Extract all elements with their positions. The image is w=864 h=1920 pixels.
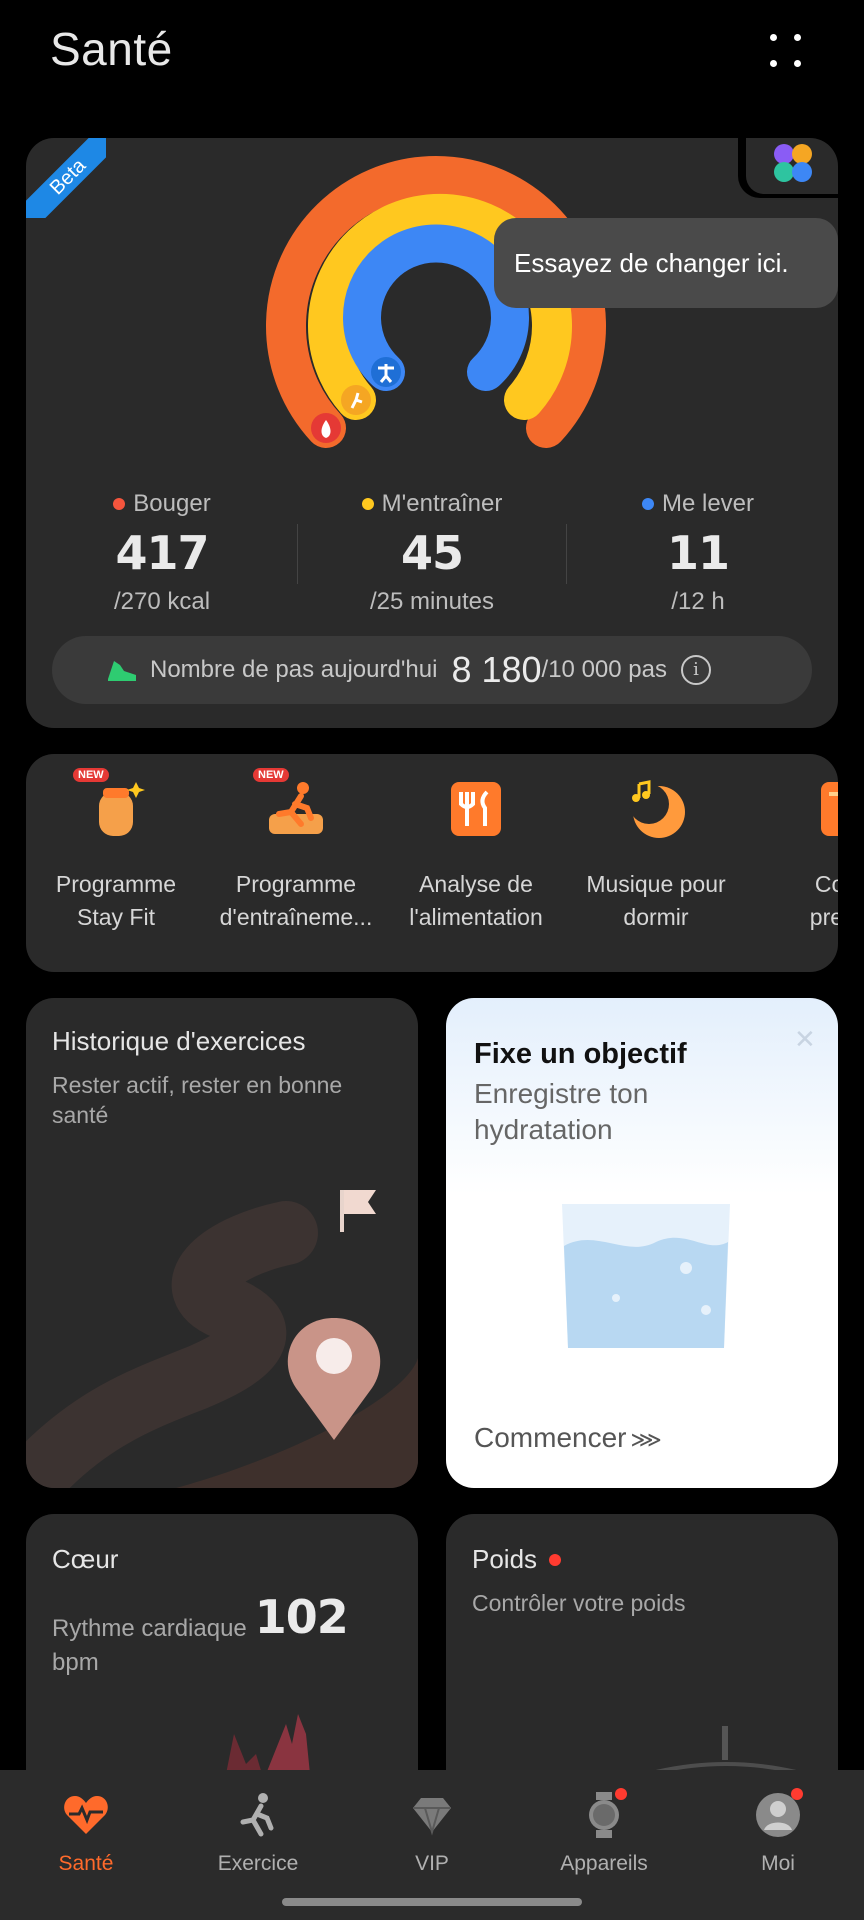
shoe-icon	[108, 661, 136, 681]
nav-vip[interactable]: VIP	[352, 1790, 512, 1876]
more-options-icon[interactable]	[762, 28, 814, 74]
new-badge: NEW	[73, 768, 109, 782]
shortcut-label: dormir	[623, 904, 689, 930]
hydration-goal-card[interactable]: Fixe un objectif Enregistre ton hydratat…	[446, 998, 838, 1488]
nav-label: Moi	[761, 1852, 795, 1875]
nav-label: Exercice	[217, 1852, 299, 1875]
exercise-history-subtitle: Rester actif, rester en bonne santé	[52, 1072, 343, 1128]
shortcut-training-program[interactable]: NEW Programme d'entraîneme...	[206, 768, 386, 934]
stand-ring	[343, 224, 529, 391]
nav-label: Santé	[58, 1852, 114, 1875]
heart-rate-sparkline	[226, 1714, 310, 1774]
shortcut-label: prem	[809, 904, 838, 930]
stand-stat[interactable]: Me lever 11 /12 h	[588, 490, 808, 616]
water-glass-icon	[562, 1204, 730, 1348]
nav-label: Appareils	[560, 1852, 648, 1875]
exercise-value: 45	[400, 526, 464, 580]
exercise-dot-icon	[361, 498, 374, 510]
beta-badge: Beta	[26, 138, 106, 218]
heart-pulse-icon	[61, 1790, 111, 1840]
weight-card[interactable]: Poids Contrôler votre poids	[446, 1514, 838, 1814]
heart-title: Cœur	[52, 1544, 119, 1574]
move-goal: /270 kcal	[113, 588, 211, 615]
move-stat[interactable]: Bouger 417 /270 kcal	[52, 490, 272, 616]
close-icon[interactable]: ✕	[794, 1024, 816, 1055]
exercise-label: M'entraîner	[381, 490, 503, 517]
shortcut-label: d'entraîneme...	[219, 904, 373, 930]
nav-label: VIP	[415, 1852, 449, 1875]
flag-icon	[340, 1190, 344, 1232]
heart-card[interactable]: Cœur Rythme cardiaque 102 bpm	[26, 1514, 418, 1814]
shortcut-label: Programme	[55, 871, 177, 897]
moon-music-icon	[621, 774, 691, 844]
shortcut-label: l'alimentation	[409, 904, 543, 930]
info-icon[interactable]: i	[680, 655, 711, 685]
training-program-icon: NEW	[253, 768, 331, 844]
heart-rate-label: Rythme cardiaque	[52, 1615, 247, 1642]
shortcut-partial[interactable]: Cou prem	[746, 774, 838, 934]
move-value: 417	[115, 526, 209, 580]
exercise-history-title: Historique d'exercices	[52, 1026, 306, 1056]
shortcut-label: Cou	[814, 871, 838, 897]
course-icon	[801, 774, 838, 844]
exercise-history-card[interactable]: Historique d'exercices Rester actif, res…	[26, 998, 418, 1488]
nav-me[interactable]: Moi	[698, 1788, 858, 1876]
nav-health[interactable]: Santé	[6, 1790, 166, 1876]
steps-value: 8 180	[451, 649, 542, 690]
app-grid-icon	[774, 144, 812, 182]
shortcut-label: Analyse de	[419, 871, 533, 897]
stat-divider	[297, 524, 298, 584]
goal-title: Fixe un objectif	[474, 1038, 687, 1070]
new-badge: NEW	[253, 768, 289, 782]
heart-rate-value: 102	[254, 1590, 349, 1644]
nav-devices[interactable]: Appareils	[524, 1788, 684, 1876]
stand-goal: /12 h	[671, 588, 725, 615]
nav-exercise[interactable]: Exercice	[178, 1790, 338, 1876]
widget-tooltip: Essayez de changer ici.	[494, 218, 838, 308]
weight-title: Poids	[472, 1544, 538, 1574]
stat-divider	[566, 524, 567, 584]
goal-subtitle: Enregistre ton hydratation	[474, 1078, 649, 1145]
fork-knife-icon	[441, 774, 511, 844]
stand-label: Me lever	[661, 490, 755, 517]
stand-value: 11	[666, 526, 730, 580]
exercise-goal: /25 minutes	[369, 588, 495, 615]
beta-label: Beta	[26, 138, 106, 218]
route-illustration	[26, 1190, 418, 1488]
shortcut-sleep-music[interactable]: Musique pour dormir	[566, 774, 746, 934]
notification-dot	[615, 1788, 627, 1800]
shortcut-label: Stay Fit	[77, 904, 155, 930]
notification-dot	[549, 1553, 562, 1566]
move-label: Bouger	[133, 490, 211, 517]
profile-avatar-icon	[753, 1788, 803, 1840]
move-dot-icon	[113, 498, 126, 510]
steps-goal: /10 000 pas	[541, 656, 667, 683]
scale-illustration	[655, 1726, 797, 1774]
stand-dot-icon	[641, 498, 654, 510]
exercise-stat[interactable]: M'entraîner 45 /25 minutes	[322, 490, 542, 616]
watch-icon	[579, 1788, 629, 1840]
shortcut-stay-fit[interactable]: NEW Programme Stay Fit	[26, 768, 206, 934]
running-icon	[233, 1790, 283, 1840]
weight-subtitle: Contrôler votre poids	[472, 1590, 686, 1616]
shortcut-nutrition-analysis[interactable]: Analyse de l'alimentation	[386, 774, 566, 934]
shortcut-label: Musique pour	[586, 871, 726, 897]
shortcut-label: Programme	[235, 871, 357, 897]
notification-dot	[791, 1788, 803, 1800]
page-title: Santé	[50, 23, 173, 75]
steps-summary[interactable]: Nombre de pas aujourd'hui 8 180 /10 000 …	[52, 636, 812, 704]
start-button[interactable]: Commencer ⋙	[474, 1422, 662, 1454]
steps-label: Nombre de pas aujourd'hui	[150, 656, 438, 683]
home-indicator[interactable]	[282, 1898, 582, 1906]
diamond-icon	[407, 1790, 457, 1840]
start-label: Commencer	[474, 1422, 627, 1453]
stay-fit-icon: NEW	[73, 768, 151, 844]
widget-switch-button[interactable]	[738, 138, 838, 198]
shortcuts-card: NEW Programme Stay Fit NEW Programme d'e…	[26, 754, 838, 972]
double-chevron-icon: ⋙	[630, 1427, 662, 1452]
heart-rate-unit: bpm	[52, 1649, 99, 1676]
